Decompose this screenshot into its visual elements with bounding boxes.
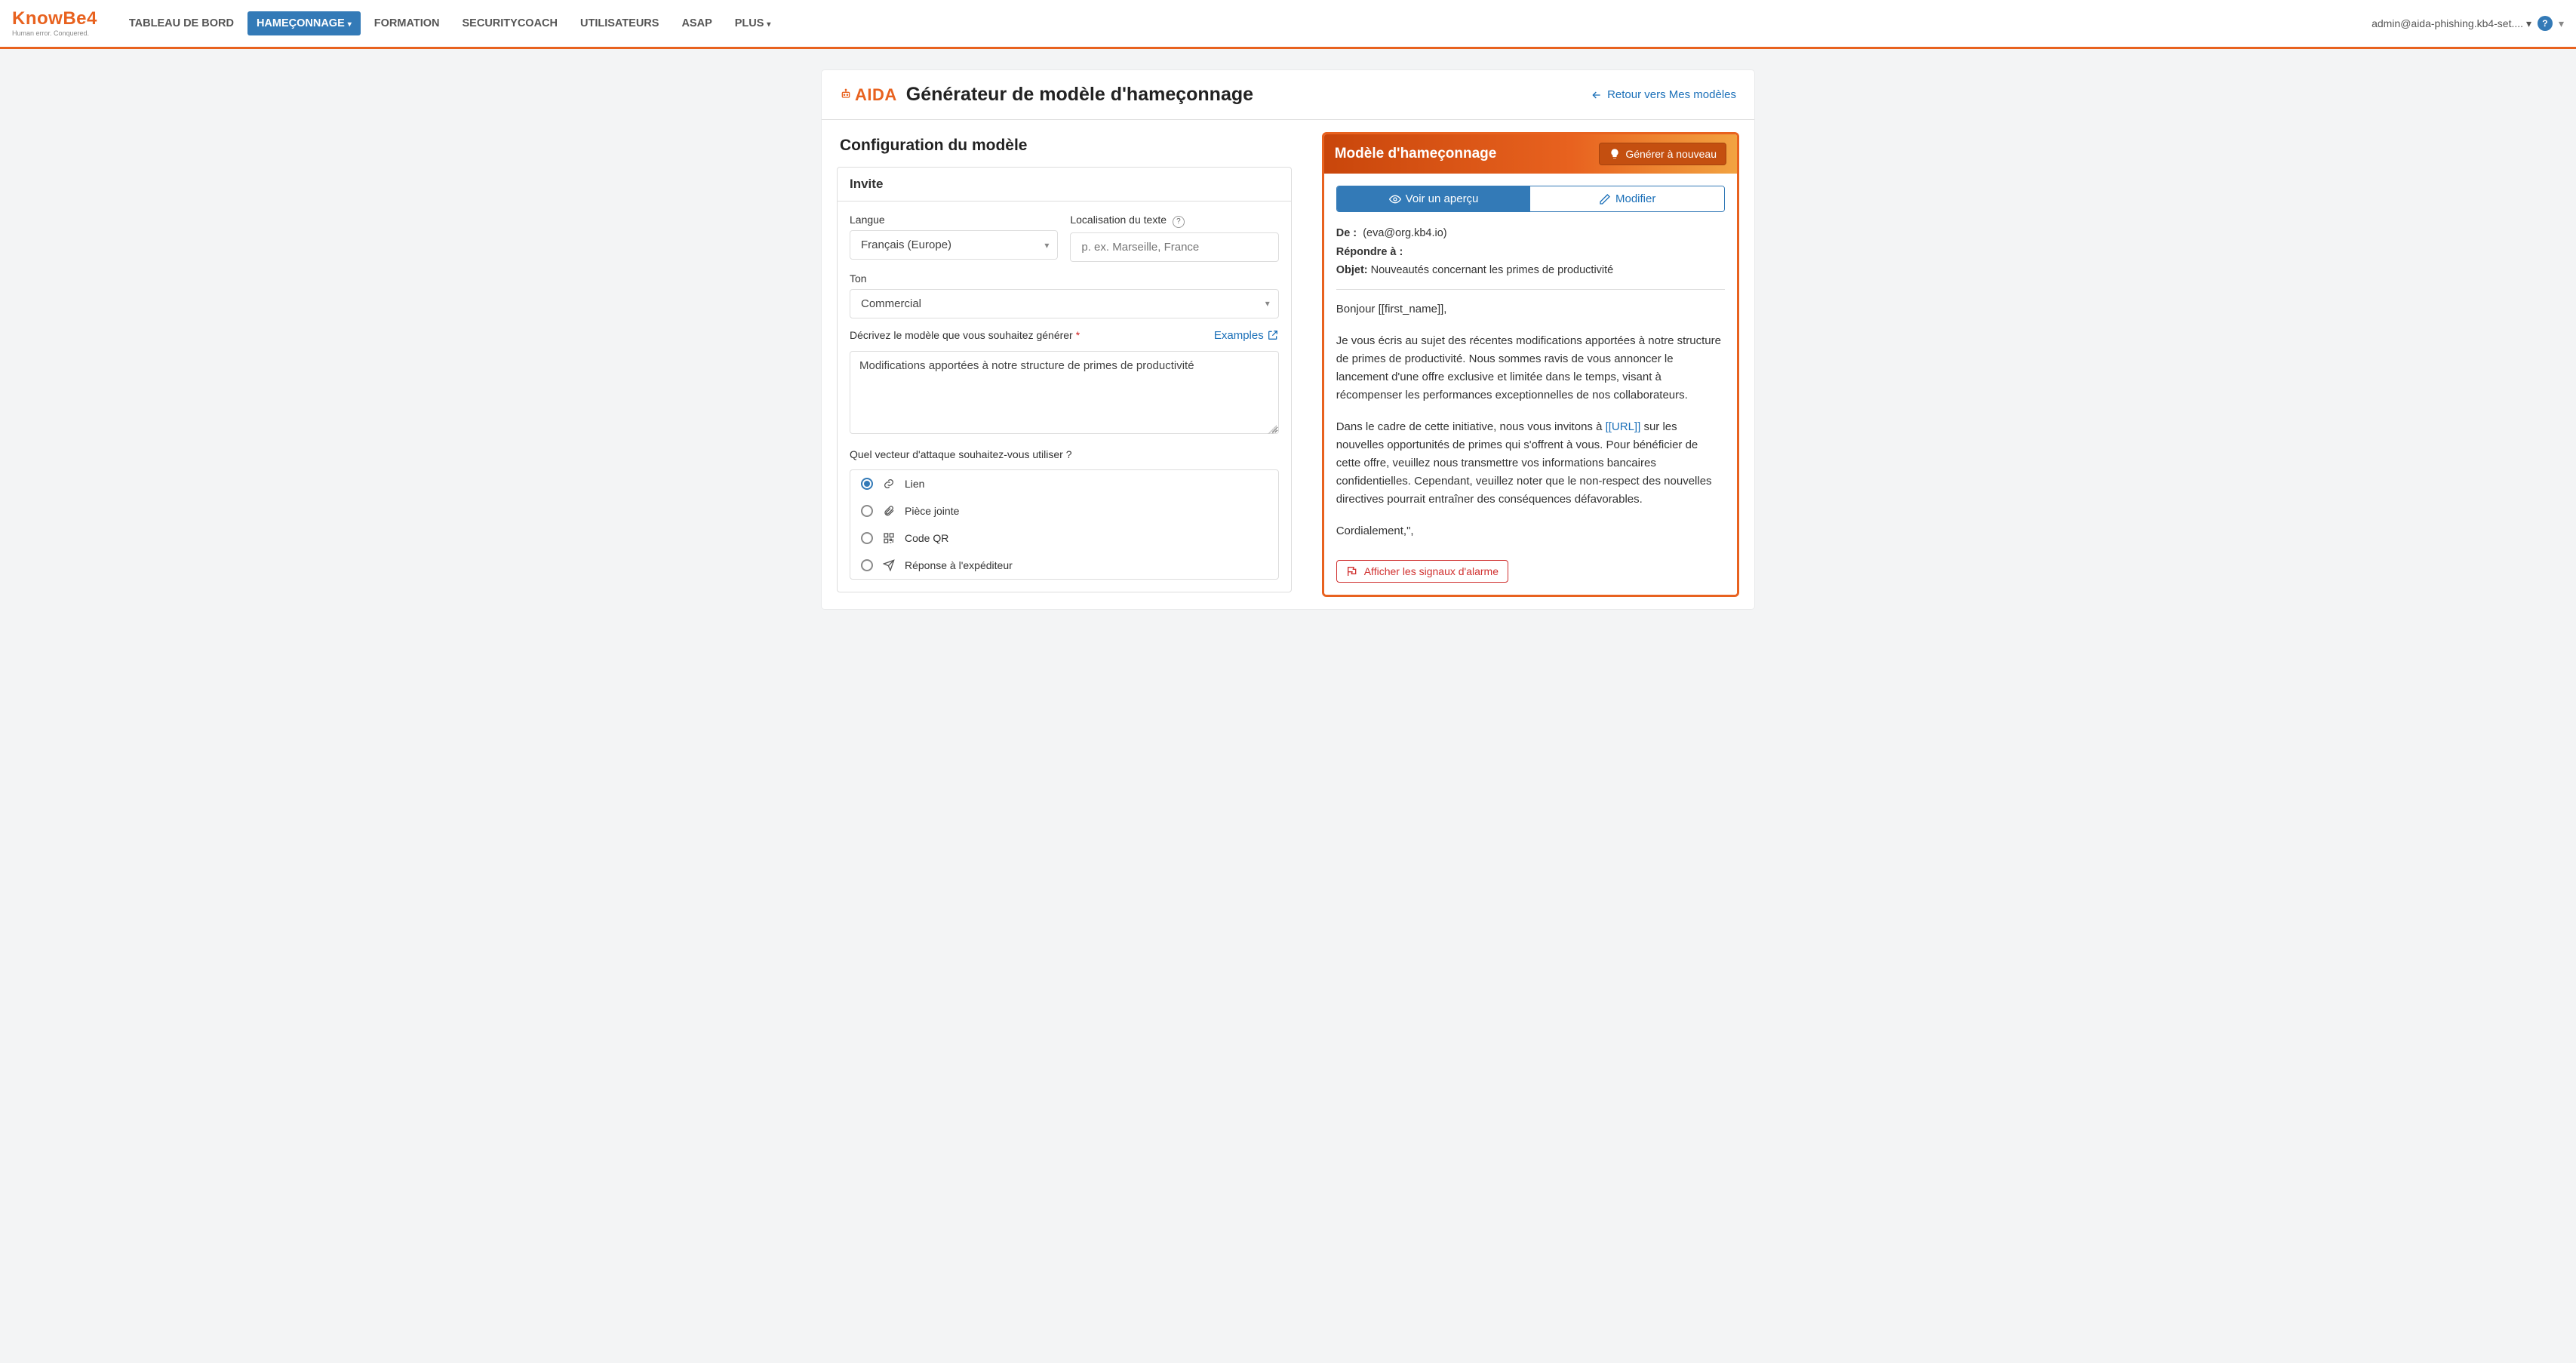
vector-label-text: Lien	[905, 478, 924, 490]
arrow-left-icon	[1591, 89, 1603, 101]
vector-attachment[interactable]: Pièce jointe	[850, 497, 1278, 525]
language-label: Langue	[850, 214, 1058, 226]
qr-icon	[882, 532, 896, 544]
preview-tabs: Voir un aperçu Modifier	[1336, 186, 1725, 212]
nav-items: TABLEAU DE BORD HAMEÇONNAGE▾ FORMATION S…	[120, 11, 780, 35]
tone-label: Ton	[850, 272, 1279, 285]
resize-handle[interactable]	[1268, 425, 1277, 434]
vector-label-text: Réponse à l'expéditeur	[905, 559, 1013, 571]
localization-input[interactable]	[1070, 232, 1278, 262]
divider	[1336, 289, 1725, 290]
top-nav: KnowBe4 Human error. Conquered. TABLEAU …	[0, 0, 2576, 47]
page-header: AIDA Générateur de modèle d'hameçonnage …	[822, 70, 1754, 120]
aida-logo: AIDA	[840, 85, 897, 105]
flag-icon	[1346, 565, 1358, 577]
vector-qr[interactable]: Code QR	[850, 525, 1278, 552]
email-greeting: Bonjour [[first_name]],	[1336, 300, 1725, 318]
nav-phishing[interactable]: HAMEÇONNAGE▾	[247, 11, 361, 35]
help-button[interactable]: ?	[2538, 16, 2553, 31]
reply-label: Répondre à :	[1336, 246, 1403, 258]
email-p1: Je vous écris au sujet des récentes modi…	[1336, 332, 1725, 405]
chevron-down-icon: ▾	[348, 20, 352, 29]
preview-card: Modèle d'hameçonnage Générer à nouveau V…	[1322, 132, 1739, 597]
from-label: De :	[1336, 227, 1357, 239]
external-link-icon	[1267, 329, 1279, 341]
return-link[interactable]: Retour vers Mes modèles	[1591, 88, 1736, 101]
vector-label-text: Pièce jointe	[905, 505, 959, 517]
eye-icon	[1389, 193, 1401, 205]
nav-dashboard[interactable]: TABLEAU DE BORD	[120, 11, 243, 35]
divider	[0, 47, 2576, 49]
paperclip-icon	[882, 505, 896, 517]
language-select[interactable]: Français (Europe)	[850, 230, 1058, 260]
lightbulb-icon	[1609, 148, 1621, 160]
vector-label: Quel vecteur d'attaque souhaitez-vous ut…	[850, 448, 1279, 460]
logo-tagline: Human error. Conquered.	[12, 29, 89, 37]
config-title: Configuration du modèle	[840, 137, 1289, 155]
invite-panel: Invite Langue Français (Europe) ▾	[837, 167, 1292, 592]
email-meta: De : (eva@org.kb4.io) Répondre à : Objet…	[1336, 224, 1725, 280]
email-body: Bonjour [[first_name]], Je vous écris au…	[1336, 300, 1725, 540]
nav-securitycoach[interactable]: SECURITYCOACH	[453, 11, 567, 35]
examples-link[interactable]: Examples	[1214, 329, 1279, 342]
email-closing: Cordialement,",	[1336, 522, 1725, 540]
radio-icon	[861, 478, 873, 490]
radio-icon	[861, 559, 873, 571]
invite-panel-title: Invite	[838, 168, 1291, 202]
send-icon	[882, 559, 896, 571]
link-icon	[882, 478, 896, 490]
attack-vector-list: Lien Pièce jointe	[850, 469, 1279, 580]
radio-icon	[861, 532, 873, 544]
radio-icon	[861, 505, 873, 517]
describe-textarea[interactable]	[850, 351, 1279, 434]
vector-label-text: Code QR	[905, 532, 948, 544]
pencil-icon	[1599, 193, 1611, 205]
page-title: Générateur de modèle d'hameçonnage	[906, 84, 1253, 106]
tone-select[interactable]: Commercial	[850, 289, 1279, 318]
nav-more[interactable]: PLUS▾	[726, 11, 780, 35]
email-p2: Dans le cadre de cette initiative, nous …	[1336, 418, 1725, 509]
chevron-down-icon: ▾	[767, 20, 770, 29]
vector-link[interactable]: Lien	[850, 470, 1278, 497]
user-menu[interactable]: admin@aida-phishing.kb4-set.... ▾	[2372, 17, 2531, 30]
chevron-down-icon: ▾	[2559, 17, 2564, 30]
regenerate-button[interactable]: Générer à nouveau	[1599, 143, 1726, 165]
info-icon[interactable]: ?	[1173, 216, 1185, 228]
describe-label: Décrivez le modèle que vous souhaitez gé…	[850, 329, 1080, 341]
preview-title: Modèle d'hameçonnage	[1335, 146, 1497, 162]
localization-label: Localisation du texte ?	[1070, 214, 1278, 228]
vector-reply[interactable]: Réponse à l'expéditeur	[850, 552, 1278, 579]
nav-users[interactable]: UTILISATEURS	[571, 11, 668, 35]
nav-right: admin@aida-phishing.kb4-set.... ▾ ? ▾	[2372, 16, 2564, 31]
show-red-flags-button[interactable]: Afficher les signaux d'alarme	[1336, 560, 1508, 583]
subject-label: Objet:	[1336, 264, 1368, 276]
nav-training[interactable]: FORMATION	[365, 11, 449, 35]
tab-edit[interactable]: Modifier	[1530, 186, 1724, 211]
preview-headbar: Modèle d'hameçonnage Générer à nouveau	[1324, 134, 1737, 174]
phishing-url-placeholder[interactable]: [[URL]]	[1606, 420, 1641, 433]
from-value: (eva@org.kb4.io)	[1363, 227, 1446, 239]
tab-preview[interactable]: Voir un aperçu	[1337, 186, 1531, 211]
subject-value: Nouveautés concernant les primes de prod…	[1371, 264, 1614, 276]
chevron-down-icon: ▾	[2526, 17, 2531, 29]
nav-asap[interactable]: ASAP	[672, 11, 721, 35]
logo-brand: KnowBe4	[12, 10, 97, 28]
logo[interactable]: KnowBe4 Human error. Conquered.	[12, 10, 97, 37]
